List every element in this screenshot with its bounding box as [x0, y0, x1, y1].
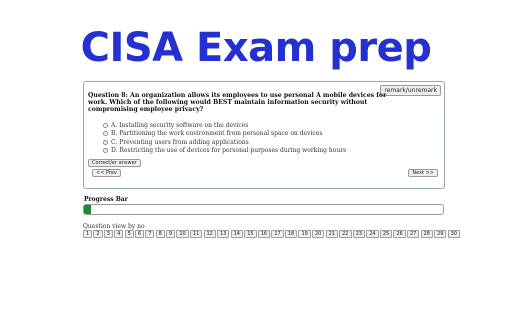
- progress-label: Progress Bar: [84, 196, 128, 203]
- question-number-button[interactable]: 7: [145, 230, 155, 238]
- question-number-list: 1 2 3 4 5 6 7 8 9 10 11 12 13 14 15 16 17 18 19 20 21 22 23 24 2…: [83, 230, 461, 238]
- question-number-button[interactable]: 16: [257, 230, 271, 238]
- mark-button[interactable]: remark/unremark: [380, 85, 441, 96]
- option-b[interactable]: B. Partitioning the work environment fro…: [103, 130, 346, 139]
- question-number-button[interactable]: 28: [420, 230, 433, 238]
- next-button[interactable]: Next >>: [408, 169, 438, 177]
- question-number-button[interactable]: 13: [217, 230, 230, 238]
- radio-icon[interactable]: [103, 139, 108, 145]
- question-number-button[interactable]: 23: [352, 230, 366, 238]
- question-card: remark/unremark Question 8: An organizat…: [83, 81, 445, 189]
- question-text: Question 8: An organization allows its e…: [88, 92, 387, 113]
- question-number-button[interactable]: 3: [103, 230, 113, 238]
- option-label: D. Restricting the use of devices for pe…: [111, 147, 347, 155]
- question-number-button[interactable]: 26: [393, 230, 406, 238]
- prev-button[interactable]: << Prev: [92, 169, 121, 177]
- question-number-button[interactable]: 15: [244, 230, 257, 238]
- question-number-button[interactable]: 17: [271, 230, 284, 238]
- question-number-button[interactable]: 5: [124, 230, 134, 238]
- correct-answer-button[interactable]: Correct/er answer: [88, 159, 141, 167]
- question-number-button[interactable]: 8: [155, 230, 165, 238]
- option-d[interactable]: D. Restricting the use of devices for pe…: [103, 147, 346, 156]
- question-number-button[interactable]: 14: [230, 230, 243, 238]
- question-number-button[interactable]: 4: [114, 230, 124, 238]
- question-number-button[interactable]: 10: [176, 230, 189, 238]
- question-number-button[interactable]: 22: [339, 230, 352, 238]
- question-number-button[interactable]: 25: [379, 230, 393, 238]
- question-number-button[interactable]: 24: [366, 230, 379, 238]
- option-a[interactable]: A. Installing security software on the d…: [103, 121, 346, 130]
- option-c[interactable]: C. Preventing users from adding applicat…: [103, 138, 346, 147]
- question-number-button[interactable]: 11: [189, 230, 203, 238]
- radio-icon[interactable]: [103, 122, 108, 128]
- question-number-button[interactable]: 12: [203, 230, 216, 238]
- question-number-button[interactable]: 27: [406, 230, 420, 238]
- question-number-button[interactable]: 29: [434, 230, 447, 238]
- question-number-button[interactable]: 20: [312, 230, 325, 238]
- question-number-button[interactable]: 1: [83, 230, 93, 238]
- radio-icon[interactable]: [103, 131, 108, 137]
- question-view-label: Question view by no: [83, 223, 145, 230]
- answer-options: A. Installing security software on the d…: [103, 121, 346, 155]
- question-number-button[interactable]: 19: [298, 230, 311, 238]
- question-number-button[interactable]: 21: [325, 230, 338, 238]
- progress-bar: [83, 204, 444, 215]
- option-label: A. Installing security software on the d…: [111, 121, 249, 129]
- option-label: C. Preventing users from adding applicat…: [111, 138, 249, 146]
- question-number-button[interactable]: 30: [447, 230, 460, 238]
- progress-fill: [84, 205, 92, 214]
- question-number-button[interactable]: 18: [284, 230, 298, 238]
- question-number-button[interactable]: 6: [134, 230, 145, 238]
- option-label: B. Partitioning the work environment fro…: [111, 130, 323, 138]
- page-title: CISA Exam prep: [80, 25, 432, 71]
- question-number-button[interactable]: 9: [166, 230, 176, 238]
- radio-icon[interactable]: [103, 148, 108, 154]
- question-number-button[interactable]: 2: [93, 230, 103, 238]
